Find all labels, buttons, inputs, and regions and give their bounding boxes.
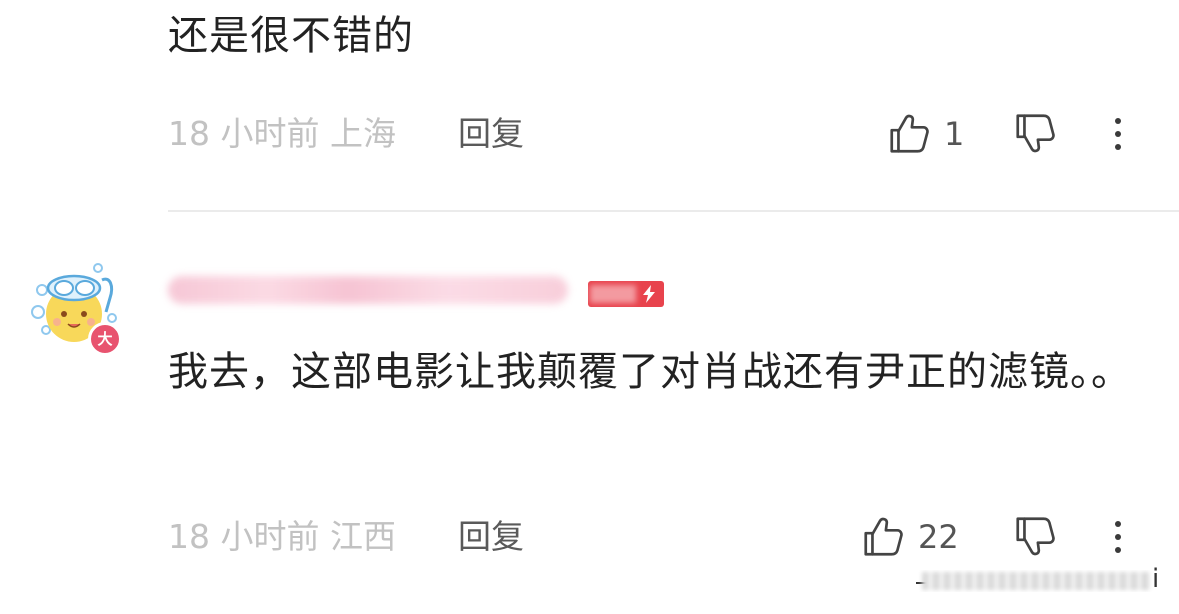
comment-location: 江西 bbox=[329, 517, 396, 556]
comment-text: 还是很不错的 bbox=[168, 13, 414, 59]
like-button[interactable]: 22 bbox=[860, 513, 959, 561]
partial-edge-text: i bbox=[1152, 564, 1160, 594]
blurred-overlay-strip bbox=[916, 570, 1156, 592]
thumbs-up-icon bbox=[864, 517, 903, 556]
dislike-button[interactable] bbox=[1012, 513, 1060, 561]
more-options-button[interactable] bbox=[1106, 114, 1130, 154]
like-count: 1 bbox=[944, 115, 965, 153]
more-vertical-icon bbox=[1115, 521, 1121, 527]
dislike-button[interactable] bbox=[1012, 110, 1060, 158]
thumbs-up-icon bbox=[890, 114, 929, 153]
comment-location: 上海 bbox=[329, 114, 396, 153]
avatar-badge: 大 bbox=[88, 322, 122, 356]
thumbs-down-icon bbox=[1016, 114, 1055, 153]
more-vertical-icon bbox=[1115, 118, 1121, 124]
comment-time-location: 18 小时前 上海 bbox=[168, 114, 396, 154]
more-options-button[interactable] bbox=[1106, 517, 1130, 557]
comment-list: 还是很不错的 18 小时前 上海 回复 1 大 我去，这部电影让我颠覆了对肖战还… bbox=[0, 0, 1179, 614]
lightning-icon bbox=[643, 285, 655, 303]
level-badge bbox=[588, 281, 664, 307]
username-blurred[interactable] bbox=[168, 272, 568, 312]
reply-button[interactable]: 回复 bbox=[458, 517, 524, 557]
reply-button[interactable]: 回复 bbox=[458, 114, 524, 154]
comment-meta-row: 18 小时前 上海 回复 1 bbox=[168, 110, 1148, 158]
thumbs-down-icon bbox=[1016, 517, 1055, 556]
comment-text: 我去，这部电影让我颠覆了对肖战还有尹正的滤镜。。 bbox=[168, 349, 1132, 395]
like-button[interactable]: 1 bbox=[886, 110, 964, 158]
comment-divider bbox=[168, 210, 1179, 212]
comment-time: 18 小时前 bbox=[168, 114, 320, 153]
comment-time-location: 18 小时前 江西 bbox=[168, 517, 396, 557]
comment-time: 18 小时前 bbox=[168, 517, 320, 556]
comment-meta-row: 18 小时前 江西 回复 22 bbox=[168, 513, 1148, 561]
like-count: 22 bbox=[918, 518, 959, 556]
